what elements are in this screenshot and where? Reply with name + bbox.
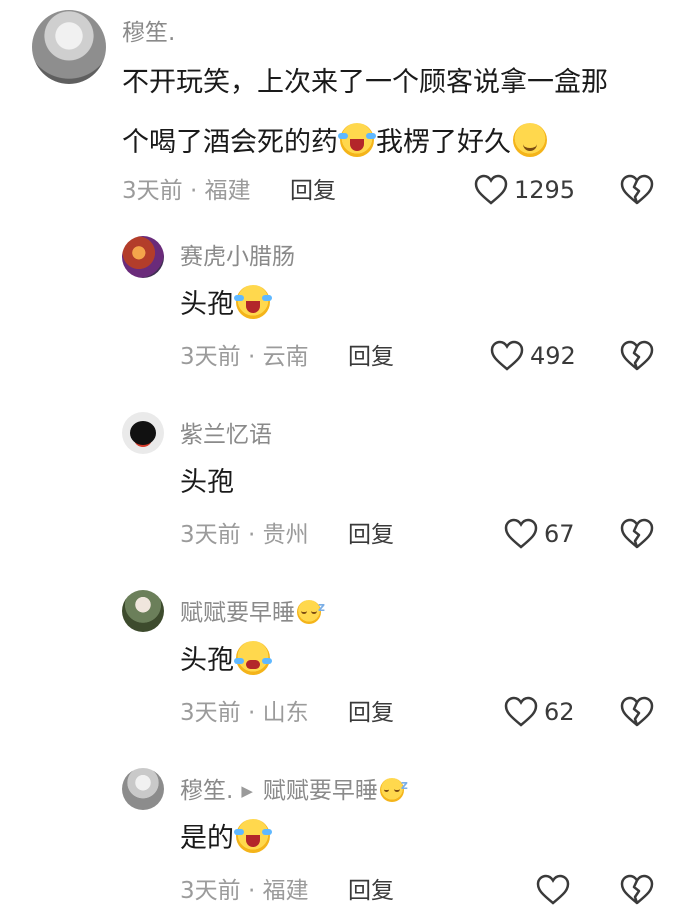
reply-button[interactable]: 回复 — [348, 876, 394, 906]
reply-username-text: 穆笙. — [180, 778, 234, 804]
reply-text: 头孢 — [180, 454, 234, 512]
like-button[interactable]: 1295 — [474, 174, 575, 206]
like-count: 492 — [530, 342, 576, 370]
reply-text-content: 头孢 — [180, 467, 234, 498]
reply-username[interactable]: 赛虎小腊肠 — [180, 242, 295, 272]
avatar[interactable] — [32, 10, 106, 84]
right-triangle-icon: ▶ — [241, 782, 253, 800]
broken-heart-icon — [620, 174, 654, 205]
reply-text: 是的 — [180, 810, 273, 868]
like-count: 1295 — [514, 176, 576, 204]
heart-outline-icon — [504, 696, 538, 727]
broken-heart-icon — [620, 696, 654, 727]
like-button[interactable] — [536, 874, 576, 906]
like-count: 62 — [544, 698, 575, 726]
reply-comment: 赋赋要早睡 z 头孢 3天前 · 山东 回复 62 — [0, 584, 690, 744]
comment-text-2: 个喝了酒会死的药 我楞了好久 — [122, 114, 549, 172]
reply-text: 头孢 — [180, 276, 273, 334]
heart-outline-icon — [490, 340, 524, 371]
like-button[interactable]: 492 — [490, 340, 576, 372]
reply-meta: 3天前 · 云南 — [180, 344, 309, 370]
like-button[interactable]: 62 — [504, 696, 575, 728]
heart-outline-icon — [536, 874, 570, 905]
sleepy-emoji-icon: z — [379, 778, 408, 802]
like-button[interactable]: 67 — [504, 518, 575, 550]
reply-text-content: 头孢 — [180, 289, 234, 320]
reply-username[interactable]: 紫兰忆语 — [180, 420, 272, 450]
laugh-cry-emoji-icon — [233, 819, 273, 853]
reply-meta: 3天前 · 山东 — [180, 700, 309, 726]
crying-emoji-icon — [233, 641, 273, 675]
reply-username[interactable]: 赋赋要早睡 z — [180, 598, 325, 628]
smirk-emoji-icon — [513, 123, 547, 157]
comment-text-line-2a: 个喝了酒会死的药 — [122, 127, 338, 158]
reply-username[interactable]: 穆笙. ▶ 赋赋要早睡 z — [180, 776, 408, 808]
reply-button[interactable]: 回复 — [348, 698, 394, 728]
sleepy-emoji-icon: z — [297, 600, 325, 624]
comment-text-line-1: 不开玩笑，上次来了一个顾客说拿一盒那 — [122, 67, 608, 98]
reply-text-content: 头孢 — [180, 645, 234, 676]
heart-outline-icon — [474, 174, 508, 205]
comment-text: 不开玩笑，上次来了一个顾客说拿一盒那 — [122, 54, 608, 112]
reply-button[interactable]: 回复 — [348, 342, 394, 372]
laugh-cry-emoji-icon — [233, 285, 273, 319]
reply-button[interactable]: 回复 — [348, 520, 394, 550]
avatar[interactable] — [122, 236, 164, 278]
comment-username[interactable]: 穆笙. — [122, 18, 175, 48]
dislike-button[interactable] — [620, 174, 654, 210]
broken-heart-icon — [620, 340, 654, 371]
comment-meta: 3天前 · 福建 — [122, 178, 251, 204]
like-count: 67 — [544, 520, 575, 548]
reply-text: 头孢 — [180, 632, 273, 690]
comment-text-line-2b: 我楞了好久 — [376, 127, 511, 158]
reply-to-username[interactable]: 赋赋要早睡 — [263, 778, 378, 804]
reply-meta: 3天前 · 福建 — [180, 878, 309, 904]
main-comment: 穆笙. 不开玩笑，上次来了一个顾客说拿一盒那 个喝了酒会死的药 我楞了好久 3天前… — [0, 0, 690, 220]
reply-button[interactable]: 回复 — [290, 176, 336, 206]
dislike-button[interactable] — [620, 340, 654, 376]
dislike-button[interactable] — [620, 696, 654, 732]
broken-heart-icon — [620, 874, 654, 905]
avatar[interactable] — [122, 590, 164, 632]
reply-comment: 赛虎小腊肠 头孢 3天前 · 云南 回复 492 — [0, 228, 690, 388]
broken-heart-icon — [620, 518, 654, 549]
reply-text-content: 是的 — [180, 823, 234, 854]
avatar[interactable] — [122, 768, 164, 810]
reply-meta: 3天前 · 贵州 — [180, 522, 309, 548]
reply-comment: 穆笙. ▶ 赋赋要早睡 z 是的 3天前 · 福建 回复 — [0, 762, 690, 920]
dislike-button[interactable] — [620, 518, 654, 554]
dislike-button[interactable] — [620, 874, 654, 910]
reply-comment: 紫兰忆语 头孢 3天前 · 贵州 回复 67 — [0, 406, 690, 566]
avatar[interactable] — [122, 412, 164, 454]
heart-outline-icon — [504, 518, 538, 549]
reply-username-text: 赋赋要早睡 — [180, 600, 295, 626]
laugh-cry-emoji-icon — [337, 123, 377, 157]
